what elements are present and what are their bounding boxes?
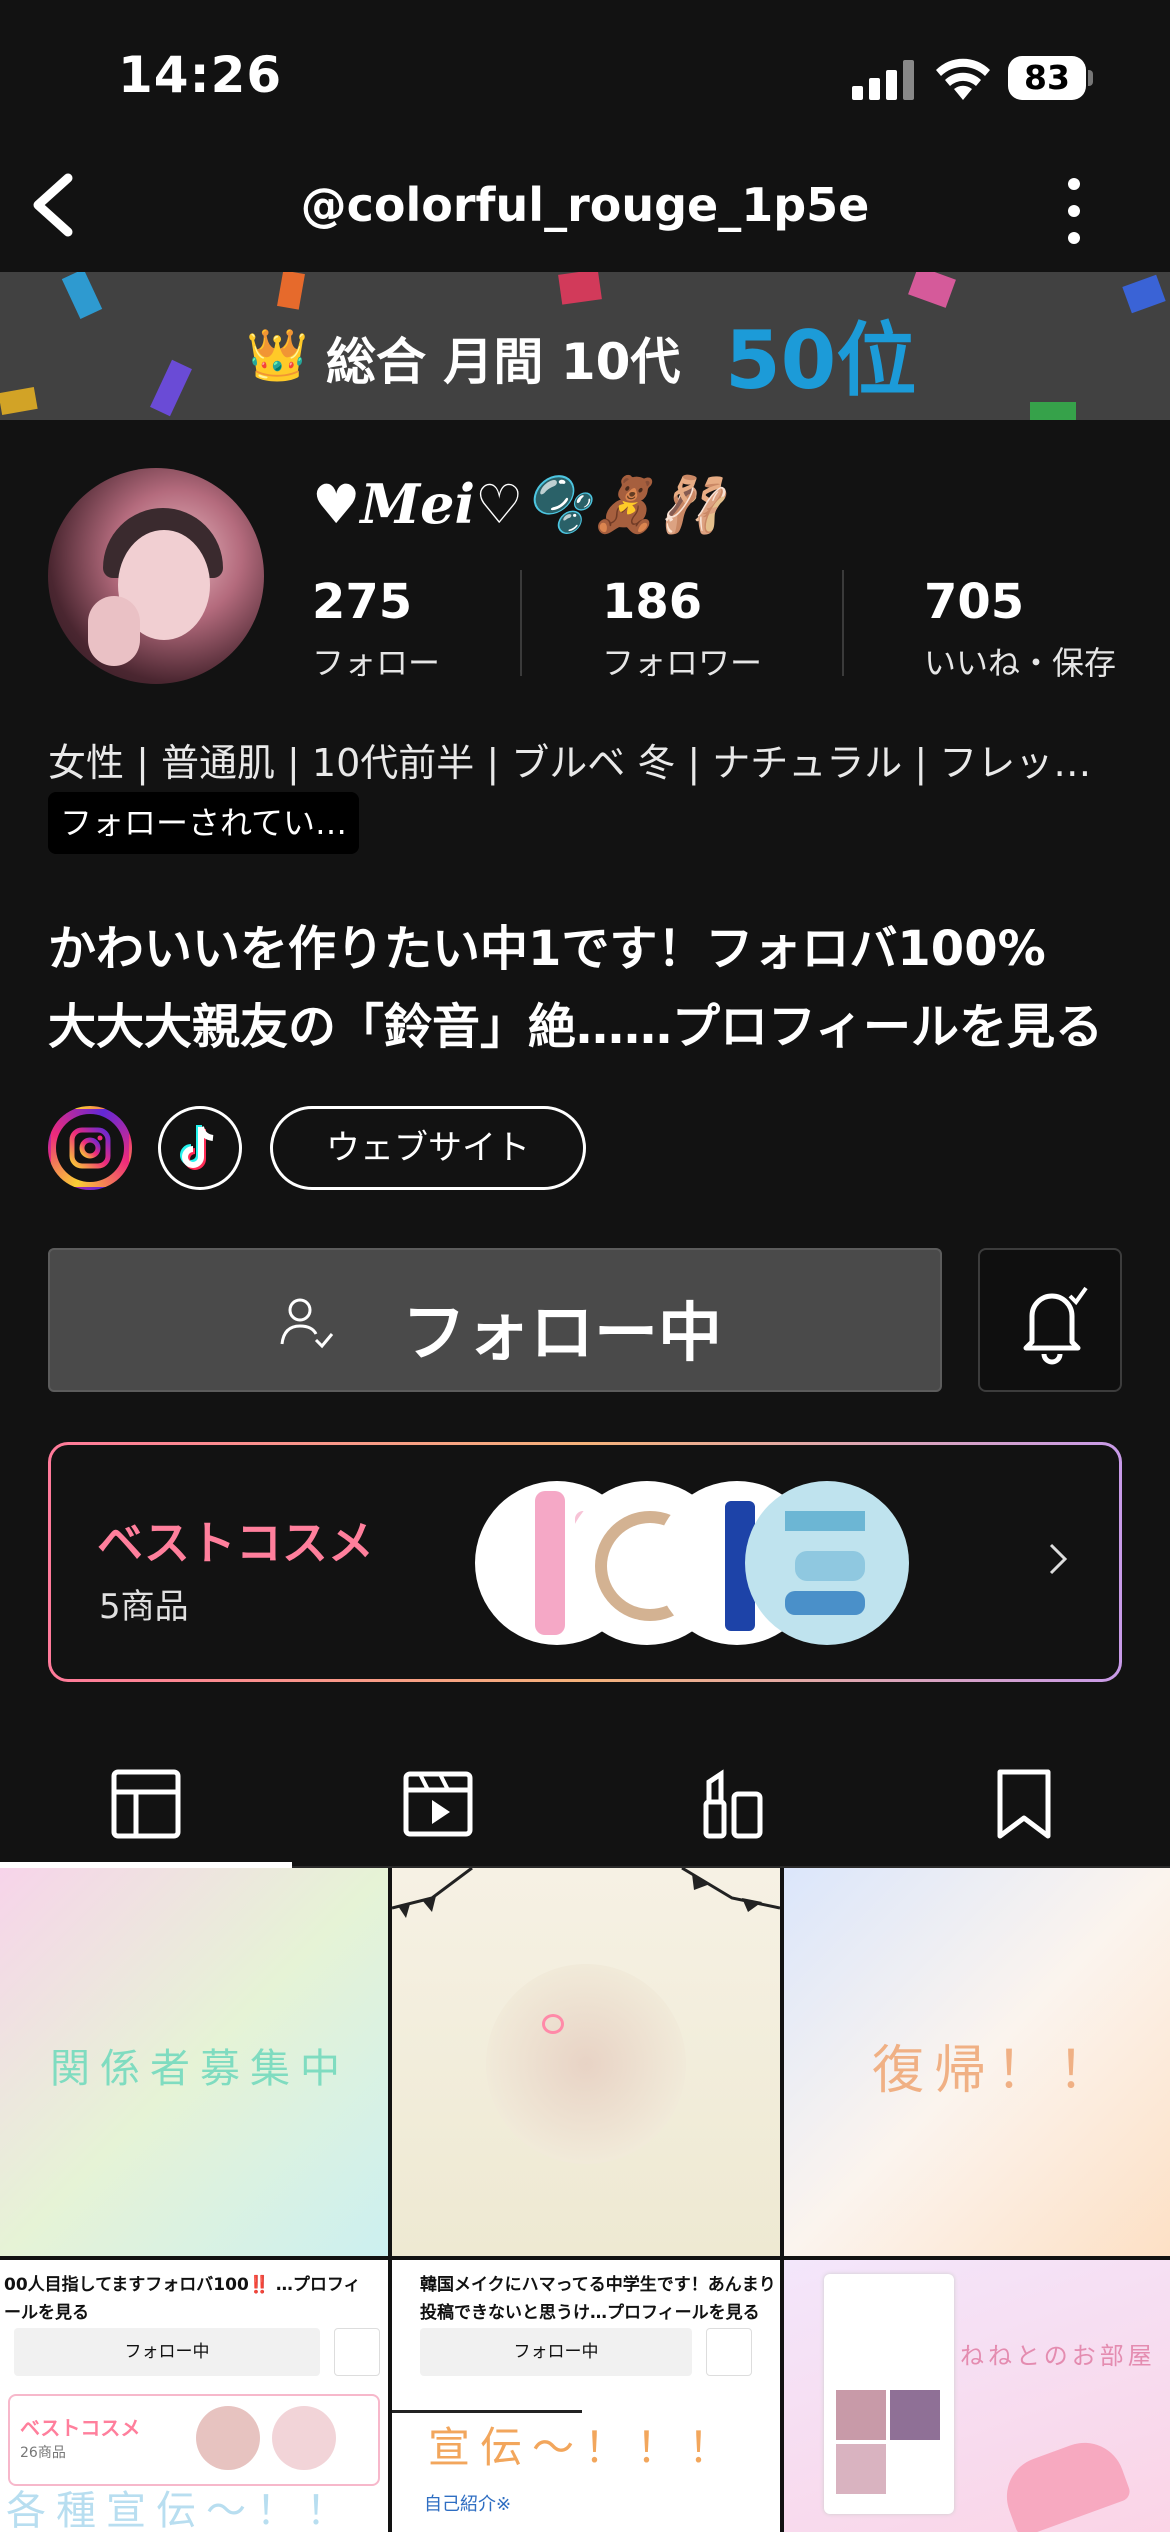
notification-bell-button[interactable]: [978, 1248, 1122, 1392]
profile-header: @colorful_rouge_1p5e: [0, 150, 1170, 272]
post-thumbnail[interactable]: 関係者募集中: [0, 1868, 388, 2256]
tab-video-icon[interactable]: [398, 1764, 478, 1844]
chevron-right-icon: [1049, 1543, 1068, 1575]
following-count: 275: [312, 574, 413, 630]
battery-level: 83: [1008, 56, 1086, 100]
avatar[interactable]: [48, 468, 264, 684]
best-cosme-card[interactable]: ベストコスメ 5商品: [48, 1442, 1122, 1682]
following-label: フォロー中: [402, 1297, 722, 1371]
stat-divider: [520, 570, 522, 676]
best-cosme-count: 5商品: [99, 1587, 189, 1627]
post-thumbnail[interactable]: 復帰！！: [784, 1868, 1170, 2256]
post-thumbnail[interactable]: ねねとのお部屋: [784, 2260, 1170, 2532]
likes-label: いいね・保存: [924, 644, 1117, 682]
crown-icon: 👑: [246, 326, 309, 384]
instagram-icon[interactable]: [48, 1106, 132, 1190]
rank-position: 50位: [725, 314, 917, 407]
stat-following[interactable]: 275 フォロー: [312, 574, 440, 684]
tab-saved-bookmark-icon[interactable]: [984, 1764, 1064, 1844]
user-check-icon: [280, 1298, 334, 1349]
display-name: ♥𝑴𝒆𝒊♡🫧🧸🩰: [312, 472, 726, 536]
followers-count: 186: [602, 574, 703, 630]
stat-divider: [842, 570, 844, 676]
stat-likes[interactable]: 705 いいね・保存: [924, 574, 1116, 684]
tab-cosmetics-icon[interactable]: [692, 1764, 772, 1844]
post-caption: フォロー中: [14, 2328, 320, 2376]
cellular-signal-icon: [852, 60, 914, 100]
more-options-icon[interactable]: [1054, 172, 1094, 244]
tiktok-icon[interactable]: [158, 1106, 242, 1190]
post-caption: フォロー中: [420, 2328, 692, 2376]
status-bar: 14:26 83: [0, 0, 1170, 150]
bio[interactable]: かわいいを作りたい中1です！フォロバ100% 大大大親友の「鈴音」絶……プロフィ…: [48, 910, 1103, 1066]
battery-icon: 83: [1008, 56, 1093, 100]
content-tabs: [0, 1722, 1170, 1868]
stat-followers[interactable]: 186 フォロワー: [602, 574, 762, 684]
wifi-icon: [936, 58, 990, 100]
see-profile-link[interactable]: …プロフィールを見る: [624, 999, 1103, 1055]
post-caption: 00人目指してますフォロバ100‼️ …プロフィ: [4, 2275, 361, 2295]
followers-label: フォロワー: [602, 644, 763, 682]
bio-line-1: かわいいを作りたい中1です！フォロバ100%: [48, 921, 1046, 977]
post-caption: 関係者募集中: [50, 2046, 350, 2092]
likes-count: 705: [924, 574, 1025, 630]
best-cosme-title: ベストコスメ: [97, 1516, 374, 1570]
best-cosme-thumbnails: [475, 1481, 995, 1645]
website-button[interactable]: ウェブサイト: [270, 1106, 586, 1190]
post-caption: 復帰！！: [872, 2041, 1121, 2101]
following-label: フォロー: [312, 644, 441, 682]
product-thumbnail: [745, 1481, 909, 1645]
clock: 14:26: [118, 46, 283, 104]
post-caption: 各種宣伝〜！！: [6, 2488, 356, 2532]
post-thumbnail[interactable]: [392, 1868, 780, 2256]
post-caption: 自己紹介※: [424, 2494, 512, 2515]
followed-by-badge: フォローされてい…: [48, 792, 360, 854]
tab-posts-grid-icon[interactable]: [106, 1764, 186, 1844]
post-caption: ねねとのお部屋: [960, 2342, 1156, 2370]
post-thumbnail[interactable]: 00人目指してますフォロバ100‼️ …プロフィ ールを見る フォロー中 ベスト…: [0, 2260, 388, 2532]
profile-attributes: 女性 | 普通肌 | 10代前半 | ブルベ 冬 | ナチュラル | フレッ…: [48, 741, 1092, 785]
post-caption: 韓国メイクにハマってる中学生です！あんまり: [420, 2275, 776, 2295]
post-caption: 宣伝〜！！！: [428, 2423, 741, 2472]
following-button[interactable]: フォロー中: [48, 1248, 942, 1392]
username-title: @colorful_rouge_1p5e: [300, 178, 870, 232]
post-caption: 投稿できないと思うけ…プロフィールを見る: [420, 2303, 760, 2323]
bell-check-icon: [1023, 1286, 1088, 1365]
post-caption: ールを見る: [4, 2303, 89, 2323]
post-caption: ベストコスメ: [20, 2416, 141, 2440]
bio-line-2: 大大大親友の「鈴音」絶…: [48, 999, 625, 1055]
posts-grid: 関係者募集中 復帰！！ 00人目指してますフォロバ100‼️ …プロフィ ールを…: [0, 1868, 1170, 2532]
post-caption: 26商品: [20, 2445, 66, 2461]
ranking-banner[interactable]: 👑 総合 月間 10代 50位: [0, 272, 1170, 420]
post-thumbnail[interactable]: 韓国メイクにハマってる中学生です！あんまり 投稿できないと思うけ…プロフィールを…: [392, 2260, 780, 2532]
rank-label: 総合 月間 10代: [326, 333, 681, 391]
